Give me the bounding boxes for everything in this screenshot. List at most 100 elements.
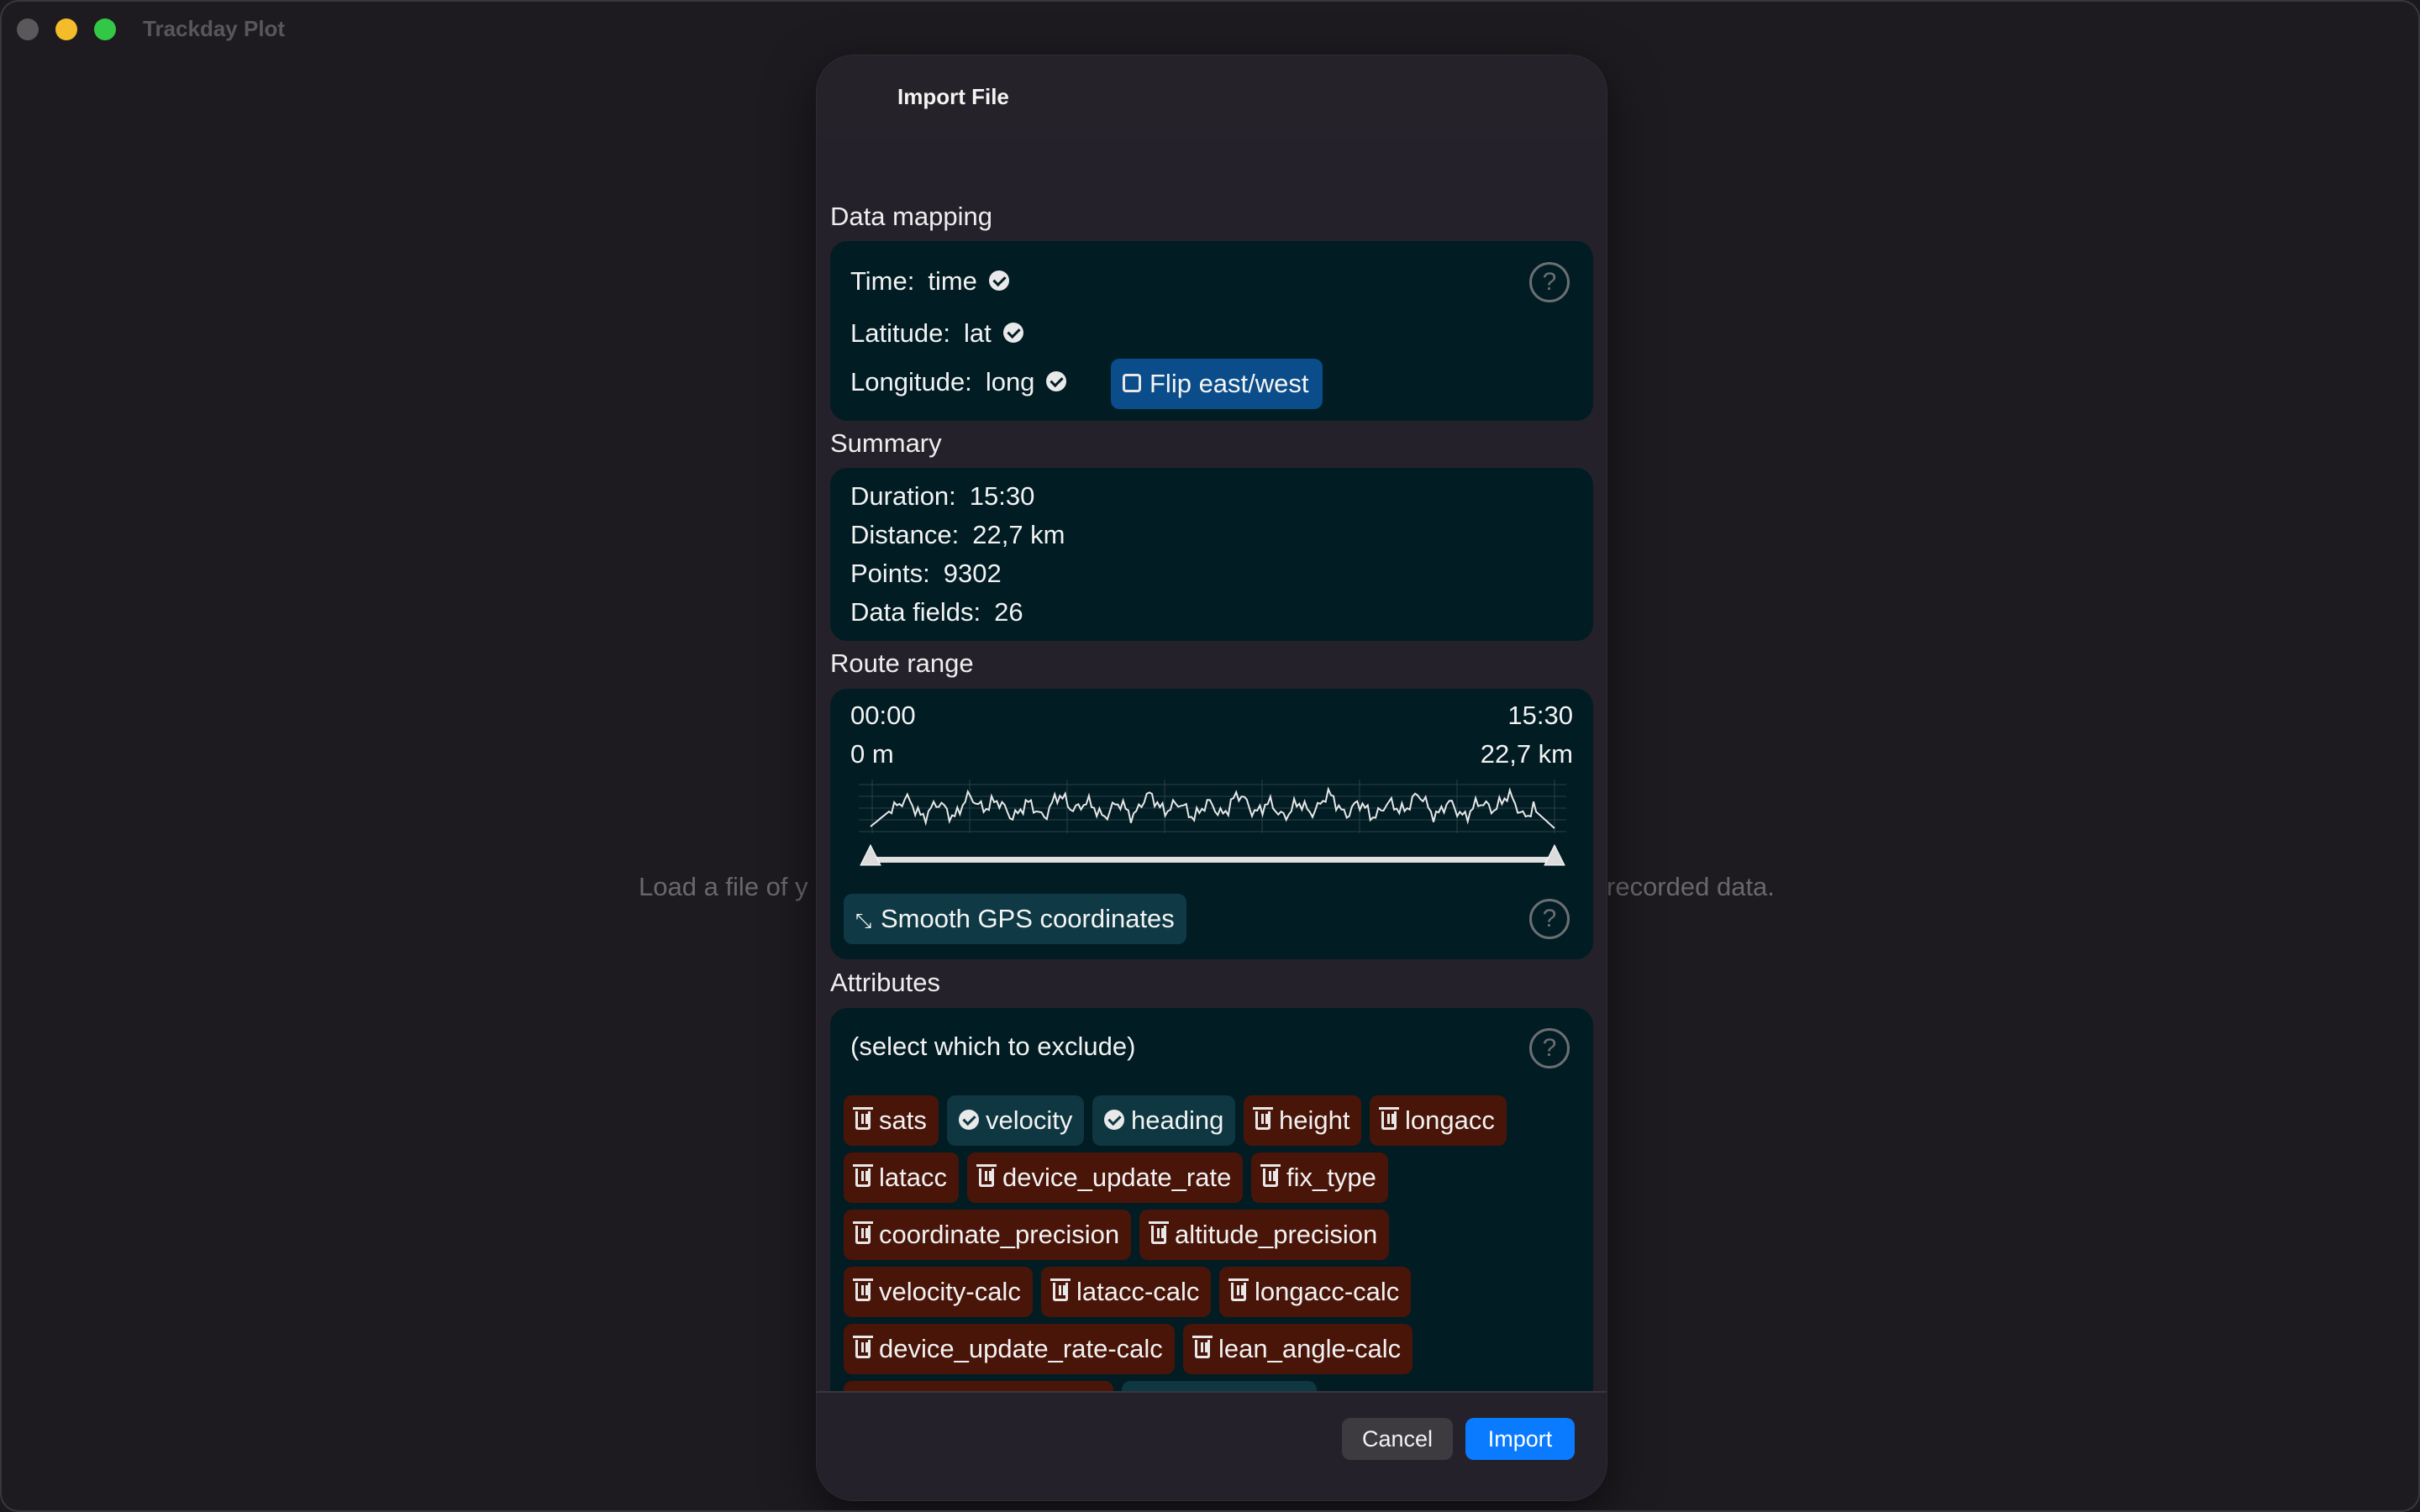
- attributes-label: Attributes: [830, 968, 940, 997]
- trash-icon: [976, 1163, 997, 1187]
- data-fields-value: 26: [994, 597, 1023, 627]
- time-key: Time:: [850, 266, 915, 296]
- attribute-tag-label: device_update_rate: [1002, 1163, 1232, 1192]
- duration-row: Duration: 15:30: [850, 481, 1034, 512]
- trash-icon: [853, 1335, 873, 1358]
- trash-icon: [1149, 1221, 1169, 1244]
- range-track: [871, 857, 1555, 863]
- trash-icon: [853, 1163, 873, 1187]
- attribute-tag-velocity[interactable]: velocity: [947, 1095, 1085, 1146]
- range-start-handle[interactable]: [860, 843, 881, 866]
- longitude-key: Longitude:: [850, 367, 972, 396]
- attribute-tag-longacc-calc[interactable]: longacc-calc: [1219, 1267, 1412, 1317]
- attribute-tag-altitude-precision[interactable]: altitude_precision: [1139, 1210, 1390, 1260]
- trash-icon: [853, 1221, 873, 1244]
- app-title: Trackday Plot: [143, 16, 286, 41]
- flip-icon: [1123, 373, 1141, 392]
- flip-button-label: Flip east/west: [1150, 369, 1309, 398]
- attribute-tag-label: velocity: [986, 1105, 1073, 1135]
- attributes-card: (select which to exclude) ? sats velocity…: [830, 1008, 1593, 1445]
- distance-key: Distance:: [850, 520, 960, 549]
- route-icon: ⤡: [855, 910, 872, 932]
- data-fields-key: Data fields:: [850, 597, 981, 627]
- dialog-header: Import File: [817, 55, 1607, 138]
- cancel-button[interactable]: Cancel: [1342, 1418, 1453, 1460]
- summary-label: Summary: [830, 428, 942, 458]
- longitude-mapping-row: Longitude: long: [850, 367, 1067, 397]
- range-end-time: 15:30: [1507, 701, 1573, 730]
- attribute-tag-label: sats: [879, 1105, 927, 1135]
- attribute-tag-latacc-calc[interactable]: latacc-calc: [1041, 1267, 1212, 1317]
- attribute-tag-height[interactable]: height: [1244, 1095, 1362, 1146]
- route-range-card: 00:00 15:30 0 m 22,7 km ⤡ Smooth GPS coo…: [830, 689, 1593, 959]
- data-mapping-label: Data mapping: [830, 202, 993, 231]
- distance-value: 22,7 km: [972, 520, 1065, 549]
- attribute-tag-velocity-calc[interactable]: velocity-calc: [844, 1267, 1033, 1317]
- minimize-window-button[interactable]: [55, 18, 77, 40]
- attributes-help-icon[interactable]: ?: [1529, 1028, 1570, 1068]
- route-range-help-icon[interactable]: ?: [1529, 899, 1570, 939]
- attribute-tag-label: latacc-calc: [1076, 1277, 1200, 1306]
- checkmark-icon: [1104, 1109, 1124, 1130]
- attribute-tag-latacc[interactable]: latacc: [844, 1152, 959, 1203]
- attribute-tag-label: coordinate_precision: [879, 1220, 1120, 1249]
- trash-icon: [1192, 1335, 1213, 1358]
- import-button[interactable]: Import: [1465, 1418, 1575, 1460]
- data-mapping-help-icon[interactable]: ?: [1529, 262, 1570, 302]
- attribute-tag-coordinate-precision[interactable]: coordinate_precision: [844, 1210, 1132, 1260]
- dialog-scroll-area[interactable]: Data mapping Time: time Latitude: lat Long…: [817, 138, 1607, 1445]
- checkmark-icon: [1002, 322, 1023, 343]
- route-range-slider[interactable]: [850, 776, 1573, 885]
- points-key: Points:: [850, 559, 930, 588]
- attribute-tag-label: fix_type: [1286, 1163, 1376, 1192]
- app-window: Trackday Plot Load a file of y recorded …: [0, 0, 2420, 1512]
- latitude-key: Latitude:: [850, 318, 950, 348]
- attribute-tag-label: device_update_rate-calc: [879, 1334, 1163, 1363]
- route-range-label: Route range: [830, 648, 974, 678]
- import-file-dialog: Import File Data mapping Time: time Latit…: [817, 55, 1607, 1500]
- attribute-tag-heading[interactable]: heading: [1092, 1095, 1236, 1146]
- points-value: 9302: [943, 559, 1002, 588]
- duration-value: 15:30: [969, 481, 1035, 511]
- range-start-distance: 0 m: [850, 739, 894, 769]
- attribute-tag-device-update-rate-calc[interactable]: device_update_rate-calc: [844, 1324, 1175, 1374]
- data-fields-row: Data fields: 26: [850, 597, 1023, 627]
- trash-icon: [1228, 1278, 1249, 1301]
- latitude-value: lat: [963, 318, 992, 348]
- attribute-tag-label: lean_angle-calc: [1218, 1334, 1402, 1363]
- time-value: time: [928, 266, 977, 296]
- flip-east-west-button[interactable]: Flip east/west: [1111, 359, 1323, 409]
- longitude-value: long: [985, 367, 1035, 396]
- trash-icon: [1253, 1106, 1273, 1130]
- title-bar: Trackday Plot: [2, 2, 2418, 55]
- time-mapping-row: Time: time: [850, 266, 1009, 297]
- attribute-tag-label: latacc: [879, 1163, 947, 1192]
- trash-icon: [853, 1278, 873, 1301]
- distance-row: Distance: 22,7 km: [850, 520, 1065, 550]
- zoom-window-button[interactable]: [94, 18, 116, 40]
- trash-icon: [1260, 1163, 1281, 1187]
- attribute-tag-longacc[interactable]: longacc: [1370, 1095, 1507, 1146]
- empty-state-hint-right: recorded data.: [1607, 872, 1775, 901]
- range-end-handle[interactable]: [1544, 843, 1565, 866]
- attribute-tag-label: longacc: [1405, 1105, 1495, 1135]
- attribute-tag-lean-angle-calc[interactable]: lean_angle-calc: [1183, 1324, 1413, 1374]
- checkmark-icon: [1046, 370, 1067, 391]
- attribute-tag-device-update-rate[interactable]: device_update_rate: [967, 1152, 1244, 1203]
- attribute-tag-label: altitude_precision: [1175, 1220, 1378, 1249]
- close-window-button[interactable]: [17, 18, 39, 40]
- dialog-title: Import File: [897, 84, 1009, 109]
- attribute-tag-sats[interactable]: sats: [844, 1095, 939, 1146]
- dialog-footer: Cancel Import: [817, 1391, 1607, 1500]
- data-mapping-card: Time: time Latitude: lat Longitude: long Fl…: [830, 241, 1593, 421]
- smooth-gps-button[interactable]: ⤡ Smooth GPS coordinates: [844, 894, 1186, 944]
- attributes-hint: (select which to exclude): [850, 1032, 1136, 1061]
- attribute-tag-label: heading: [1131, 1105, 1224, 1135]
- trash-icon: [853, 1106, 873, 1130]
- checkmark-icon: [988, 270, 1009, 291]
- attribute-tag-fix-type[interactable]: fix_type: [1251, 1152, 1388, 1203]
- smooth-gps-label: Smooth GPS coordinates: [881, 904, 1175, 933]
- empty-state-hint-left: Load a file of y: [639, 872, 808, 901]
- checkmark-icon: [959, 1109, 979, 1130]
- speed-profile-line: [870, 786, 1555, 829]
